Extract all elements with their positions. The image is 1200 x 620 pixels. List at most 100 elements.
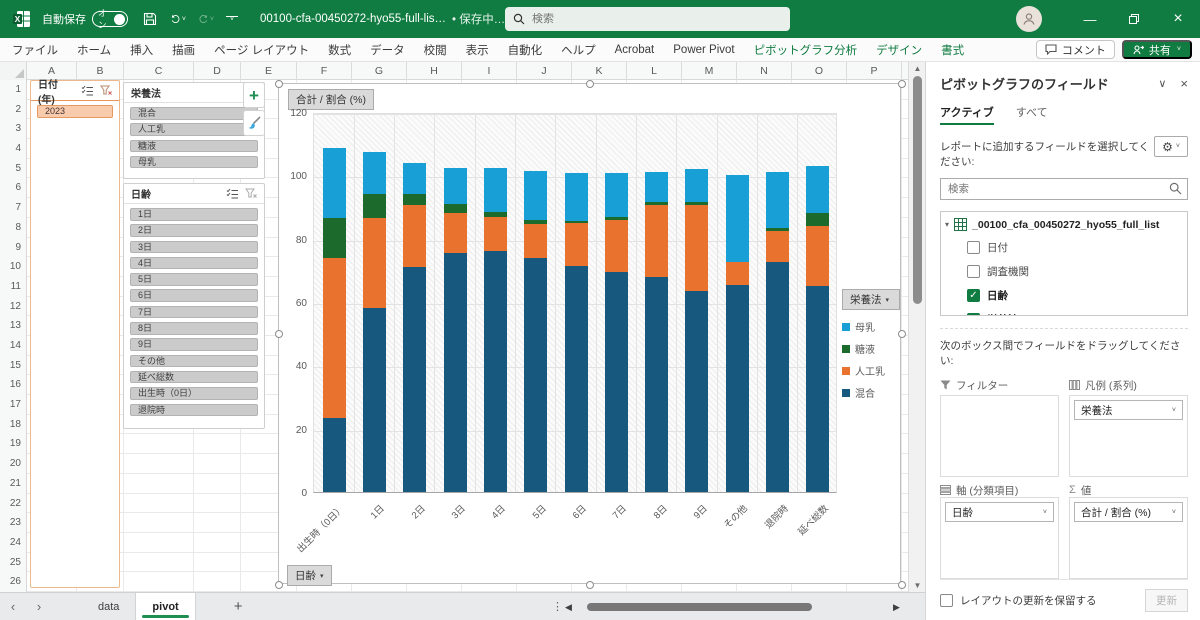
bar-segment-混合[interactable]	[323, 418, 346, 492]
area-field-pill[interactable]: 日齢˅	[945, 502, 1054, 522]
row-header[interactable]: 4	[0, 139, 26, 159]
slicer-item[interactable]: 糖液	[130, 140, 258, 153]
restore-button[interactable]	[1112, 0, 1156, 38]
stacked-bar[interactable]	[323, 148, 346, 492]
row-header[interactable]: 7	[0, 198, 26, 218]
slicer-item[interactable]: 2023	[37, 105, 113, 118]
multi-select-icon[interactable]	[224, 187, 240, 201]
field-checkbox[interactable]	[967, 265, 980, 278]
bar-segment-母乳[interactable]	[524, 171, 547, 219]
slicer-item[interactable]: 1日	[130, 208, 258, 221]
bar-segment-人工乳[interactable]	[444, 213, 467, 253]
redo-dropdown-icon[interactable]: ˅	[210, 16, 214, 23]
bar-segment-母乳[interactable]	[645, 172, 668, 202]
bar-segment-糖液[interactable]	[806, 213, 829, 226]
column-header[interactable]: N	[737, 62, 792, 80]
horizontal-scrollbar[interactable]: ◀ ▶	[565, 600, 905, 614]
ribbon-contextual-tab[interactable]: 書式	[941, 42, 964, 58]
row-header[interactable]: 5	[0, 159, 26, 179]
row-header[interactable]: 16	[0, 375, 26, 395]
row-header[interactable]: 14	[0, 336, 26, 356]
bar-segment-人工乳[interactable]	[806, 226, 829, 286]
document-title[interactable]: 00100-cfa-00450272-hyo55-full-lis… • 保存中…	[260, 11, 519, 27]
share-button[interactable]: 共有 ˅	[1122, 40, 1192, 59]
bar-segment-母乳[interactable]	[806, 166, 829, 214]
slicer-item[interactable]: 2日	[130, 224, 258, 237]
row-header[interactable]: 22	[0, 494, 26, 514]
column-header[interactable]: D	[194, 62, 241, 80]
chart-title-field-button[interactable]: 合計 / 割合 (%)	[288, 89, 374, 110]
bar-segment-混合[interactable]	[565, 266, 588, 492]
slicer-item[interactable]: 母乳	[130, 156, 258, 169]
chart-selection-handle[interactable]	[898, 581, 906, 589]
bar-segment-人工乳[interactable]	[766, 231, 789, 263]
column-header[interactable]: K	[572, 62, 627, 80]
stacked-bar[interactable]	[403, 163, 426, 492]
stacked-bar[interactable]	[565, 173, 588, 492]
ribbon-tab[interactable]: ホーム	[77, 42, 111, 58]
column-header[interactable]: H	[407, 62, 462, 80]
bar-segment-糖液[interactable]	[363, 194, 386, 218]
update-button[interactable]: 更新	[1145, 589, 1188, 612]
ribbon-tab[interactable]: ヘルプ	[561, 42, 596, 58]
table-row-header[interactable]: ▾ _00100_cfa_00450272_hyo55_full_list	[945, 218, 1183, 231]
save-icon[interactable]	[142, 11, 158, 27]
field-item[interactable]: 調査機関	[945, 264, 1183, 279]
chart-selection-handle[interactable]	[275, 330, 283, 338]
ribbon-tab[interactable]: 自動化	[508, 42, 543, 58]
minimize-button[interactable]: —	[1068, 0, 1112, 38]
column-header[interactable]: J	[517, 62, 572, 80]
chart-selection-handle[interactable]	[898, 330, 906, 338]
clear-filter-icon[interactable]	[98, 84, 114, 98]
bar-segment-人工乳[interactable]	[363, 218, 386, 308]
stacked-bar[interactable]	[645, 172, 668, 492]
sheet-tab-data[interactable]: data	[82, 593, 136, 620]
bar-segment-人工乳[interactable]	[685, 205, 708, 291]
bar-segment-混合[interactable]	[484, 251, 507, 492]
ribbon-contextual-tab[interactable]: ピボットグラフ分析	[754, 42, 858, 58]
chart-selection-handle[interactable]	[586, 80, 594, 88]
field-checkbox[interactable]: ✓	[967, 313, 980, 316]
bar-segment-糖液[interactable]	[444, 204, 467, 214]
column-headers[interactable]: ABCDEFGHIJKLMNOP	[0, 62, 908, 80]
bar-segment-混合[interactable]	[645, 277, 668, 492]
values-area[interactable]: 合計 / 割合 (%)˅	[1069, 497, 1188, 579]
bar-segment-母乳[interactable]	[605, 173, 628, 217]
bar-segment-人工乳[interactable]	[524, 224, 547, 257]
bar-segment-人工乳[interactable]	[403, 205, 426, 267]
stacked-bar[interactable]	[444, 168, 467, 492]
tab-all[interactable]: すべて	[1016, 104, 1048, 125]
column-header[interactable]: E	[241, 62, 297, 80]
bar-segment-人工乳[interactable]	[323, 258, 346, 418]
undo-button[interactable]: ˅	[170, 11, 186, 27]
row-header[interactable]: 6	[0, 178, 26, 198]
row-header[interactable]: 3	[0, 119, 26, 139]
pivot-chart[interactable]: 合計 / 割合 (%) 020406080100120 出生時（0日）1日2日3…	[278, 83, 901, 584]
scrollbar-thumb[interactable]	[587, 603, 812, 611]
slicer-item[interactable]: 出生時（0日）	[130, 387, 258, 400]
dropdown-icon[interactable]: ˅	[1172, 407, 1176, 414]
ribbon-tab[interactable]: Power Pivot	[673, 44, 734, 56]
bar-segment-混合[interactable]	[444, 253, 467, 492]
bar-segment-母乳[interactable]	[444, 168, 467, 204]
column-header[interactable]: P	[847, 62, 902, 80]
bar-segment-混合[interactable]	[605, 272, 628, 492]
defer-layout-checkbox[interactable]	[940, 594, 953, 607]
column-header[interactable]: I	[462, 62, 517, 80]
bar-segment-母乳[interactable]	[565, 173, 588, 221]
field-list[interactable]: ▾ _00100_cfa_00450272_hyo55_full_list 日付…	[940, 211, 1188, 316]
slicer-date-year[interactable]: 日付 (年) 2023	[30, 80, 120, 588]
row-header[interactable]: 18	[0, 415, 26, 435]
field-checkbox[interactable]: ✓	[967, 289, 980, 302]
column-header[interactable]: M	[682, 62, 737, 80]
bar-segment-人工乳[interactable]	[726, 262, 749, 284]
area-field-pill[interactable]: 合計 / 割合 (%)˅	[1074, 502, 1183, 522]
filters-area[interactable]	[940, 395, 1059, 477]
close-button[interactable]: ×	[1156, 0, 1200, 38]
ribbon-tab[interactable]: データ	[370, 42, 405, 58]
worksheet[interactable]: ABCDEFGHIJKLMNOP 12345678910111213141516…	[0, 62, 925, 592]
slicer-item[interactable]: 混合	[130, 107, 258, 120]
bar-segment-母乳[interactable]	[403, 163, 426, 195]
ribbon-contextual-tab[interactable]: デザイン	[876, 42, 922, 58]
row-header[interactable]: 10	[0, 257, 26, 277]
